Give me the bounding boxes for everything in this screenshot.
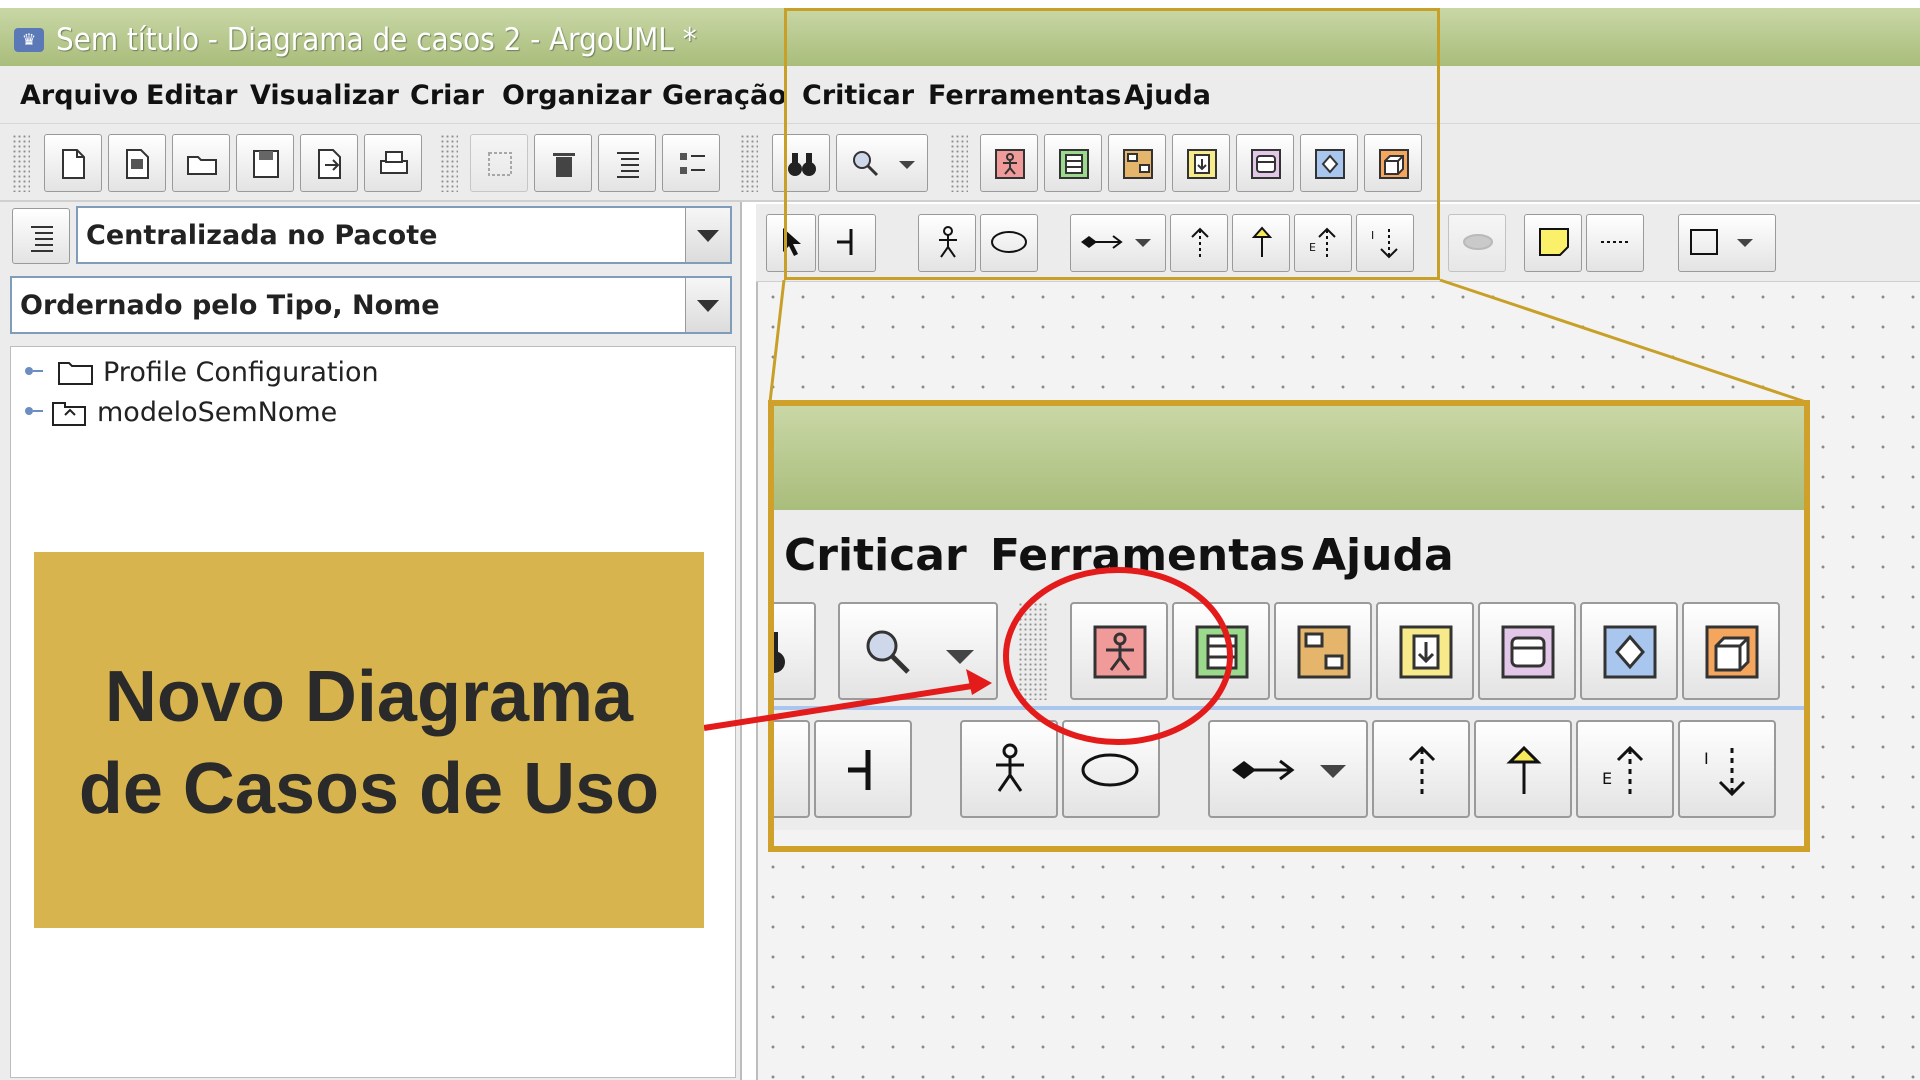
red-arrow-annotation [703,683,973,731]
red-arrowhead [966,669,992,695]
red-circle-annotation [1003,567,1233,745]
callout-box: Novo Diagrama de Casos de Uso [34,552,704,928]
callout-line-2: de Casos de Uso [78,749,660,829]
callout-line-1: Novo Diagrama [104,657,634,737]
